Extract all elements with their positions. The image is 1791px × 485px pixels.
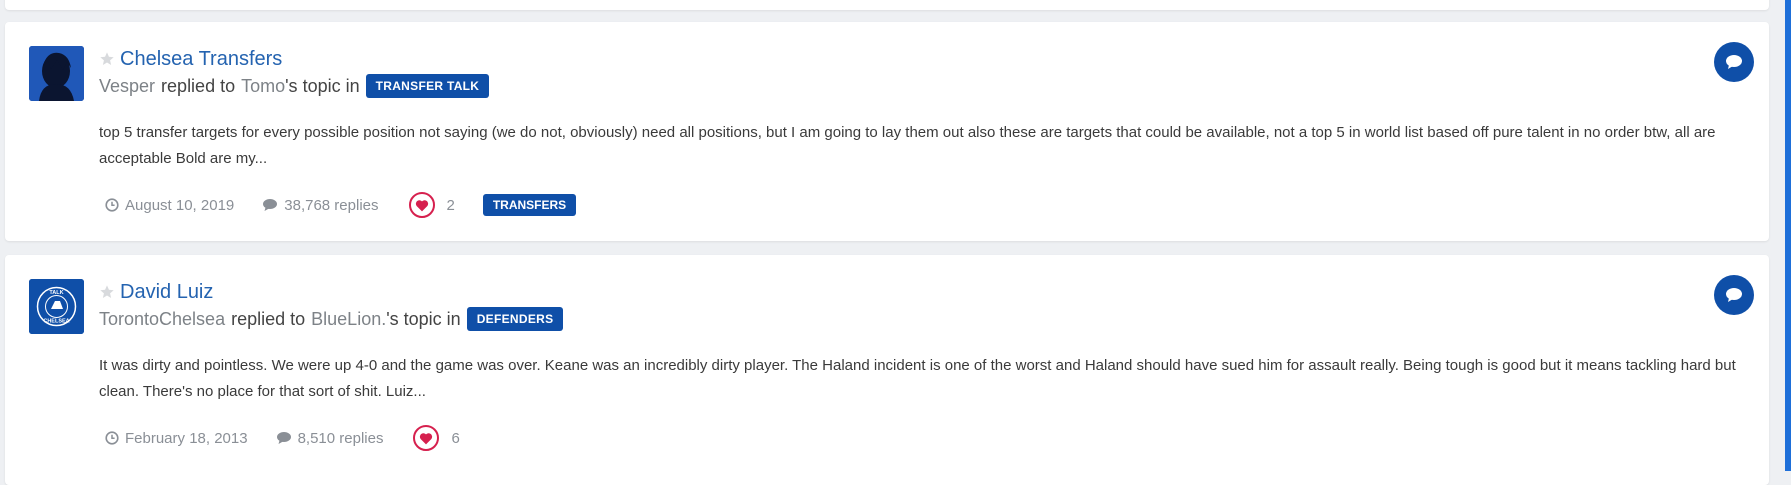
reactions: 6 — [413, 425, 460, 451]
activity-stats: August 10, 2019 38,768 replies 2 TRANSFE… — [105, 192, 577, 218]
previous-activity-card — [5, 0, 1769, 10]
like-count: 2 — [446, 196, 455, 214]
scrollbar[interactable] — [1785, 0, 1791, 471]
reply-button[interactable] — [1714, 275, 1754, 315]
comment-icon — [1726, 288, 1742, 302]
avatar[interactable] — [29, 46, 84, 101]
topic-suffix-text: 's topic in — [386, 308, 461, 329]
logo-text-top: TALK — [49, 290, 63, 296]
replied-text: replied to — [231, 308, 306, 329]
activity-item: Chelsea Transfers Vesper replied to Tomo… — [5, 22, 1769, 241]
activity-meta: Vesper replied to Tomo 's topic in TRANS… — [99, 74, 490, 98]
avatar[interactable]: TALK CHELSEA — [29, 279, 84, 334]
topic-owner-link[interactable]: BlueLion. — [311, 309, 386, 330]
like-button[interactable] — [408, 192, 435, 218]
replier-link[interactable]: TorontoChelsea — [99, 309, 225, 330]
star-icon[interactable] — [99, 284, 115, 300]
replied-text: replied to — [161, 75, 236, 96]
clock-icon — [105, 431, 119, 445]
heart-icon — [420, 432, 433, 444]
topic-owner-link[interactable]: Tomo — [241, 76, 285, 97]
comment-icon — [1726, 55, 1742, 69]
activity-stats: February 18, 2013 8,510 replies 6 — [105, 425, 460, 451]
post-snippet: top 5 transfer targets for every possibl… — [99, 124, 1716, 167]
silhouette-avatar-icon — [29, 46, 84, 101]
topic-suffix-text: 's topic in — [285, 75, 360, 96]
comment-count-icon — [276, 432, 291, 444]
reply-button[interactable] — [1714, 42, 1754, 82]
topic-tag[interactable]: TRANSFERS — [482, 194, 577, 216]
comment-count-icon — [263, 199, 278, 211]
forum-badge[interactable]: TRANSFER TALK — [365, 74, 490, 98]
activity-meta: TorontoChelsea replied to BlueLion. 's t… — [99, 307, 564, 331]
replies-stat: 8,510 replies — [276, 429, 384, 447]
reply-count: 8,510 replies — [297, 429, 384, 447]
topic-title-link[interactable]: David Luiz — [120, 281, 213, 304]
logo-text-bottom: CHELSEA — [43, 319, 69, 325]
reactions: 2 — [408, 192, 455, 218]
date-stat: February 18, 2013 — [105, 430, 248, 447]
activity-item: TALK CHELSEA David Luiz TorontoChelsea r… — [5, 255, 1769, 485]
like-count: 6 — [451, 429, 460, 447]
star-icon[interactable] — [99, 51, 115, 67]
replier-link[interactable]: Vesper — [99, 76, 155, 97]
topic-title-link[interactable]: Chelsea Transfers — [120, 48, 282, 71]
talk-chelsea-logo-icon: TALK CHELSEA — [29, 279, 84, 334]
date-stat: August 10, 2019 — [105, 197, 234, 214]
like-button[interactable] — [413, 425, 440, 451]
post-date: August 10, 2019 — [125, 196, 235, 214]
forum-badge[interactable]: DEFENDERS — [466, 307, 564, 331]
clock-icon — [105, 198, 119, 212]
post-snippet: It was dirty and pointless. We were up 4… — [99, 357, 1736, 400]
heart-icon — [415, 199, 428, 211]
replies-stat: 38,768 replies — [262, 196, 379, 214]
post-date: February 18, 2013 — [125, 429, 248, 447]
reply-count: 38,768 replies — [284, 196, 379, 214]
